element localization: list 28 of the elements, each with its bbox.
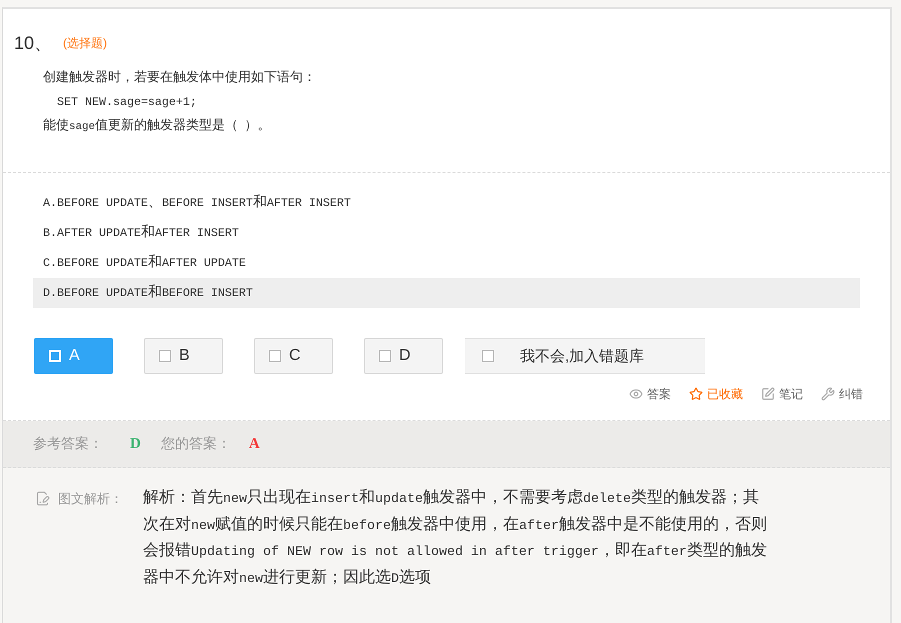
question-text: 创建触发器时，若要在触发体中使用如下语句： [43,69,316,87]
your-answer-label: 您的答案： [160,435,231,453]
pencil-square-icon [761,387,775,401]
add-to-mistakes-button[interactable]: 我不会,加入错题库 [465,338,705,374]
report-link[interactable]: 纠错 [821,386,863,402]
explanation-label: 图文解析： [58,490,123,508]
note-link[interactable]: 笔记 [761,386,803,402]
question-type: (选择题) [63,34,108,52]
explanation-text: 解析：首先new只出现在insert和update触发器中，不需要考虑delete类型的触发器；其次在对new赋值的时候只能在before触发器中使用，在after触发器中是不能使用的，否则会报错Updating of NEW row is not allowed in after trigger，即在after类型的触发器中不允许对new进行更新；因此选D选项 [143,488,768,588]
checkbox-icon [49,350,61,362]
choice-button[interactable]: B [144,338,223,374]
question-number: 10、 [14,32,52,55]
checkbox-icon [269,350,281,362]
wrench-icon [821,387,835,401]
eye-icon [629,387,643,401]
option-item: D.BEFORE UPDATE和BEFORE INSERT [33,278,860,308]
choice-button[interactable]: C [254,338,333,374]
answer-link[interactable]: 答案 [629,386,671,402]
question-text: 能使sage值更新的触发器类型是（ ）。 [43,117,270,135]
document-pen-icon [35,491,50,506]
reference-answer-label: 参考答案： [33,435,103,453]
code-line: SET NEW.sage=sage+1; [57,94,197,111]
your-answer-value: A [248,436,260,452]
checkbox-icon [159,350,171,362]
choice-button[interactable]: D [364,338,443,374]
star-icon [689,387,703,401]
reference-answer-value: D [130,436,141,452]
checkbox-icon [379,350,391,362]
